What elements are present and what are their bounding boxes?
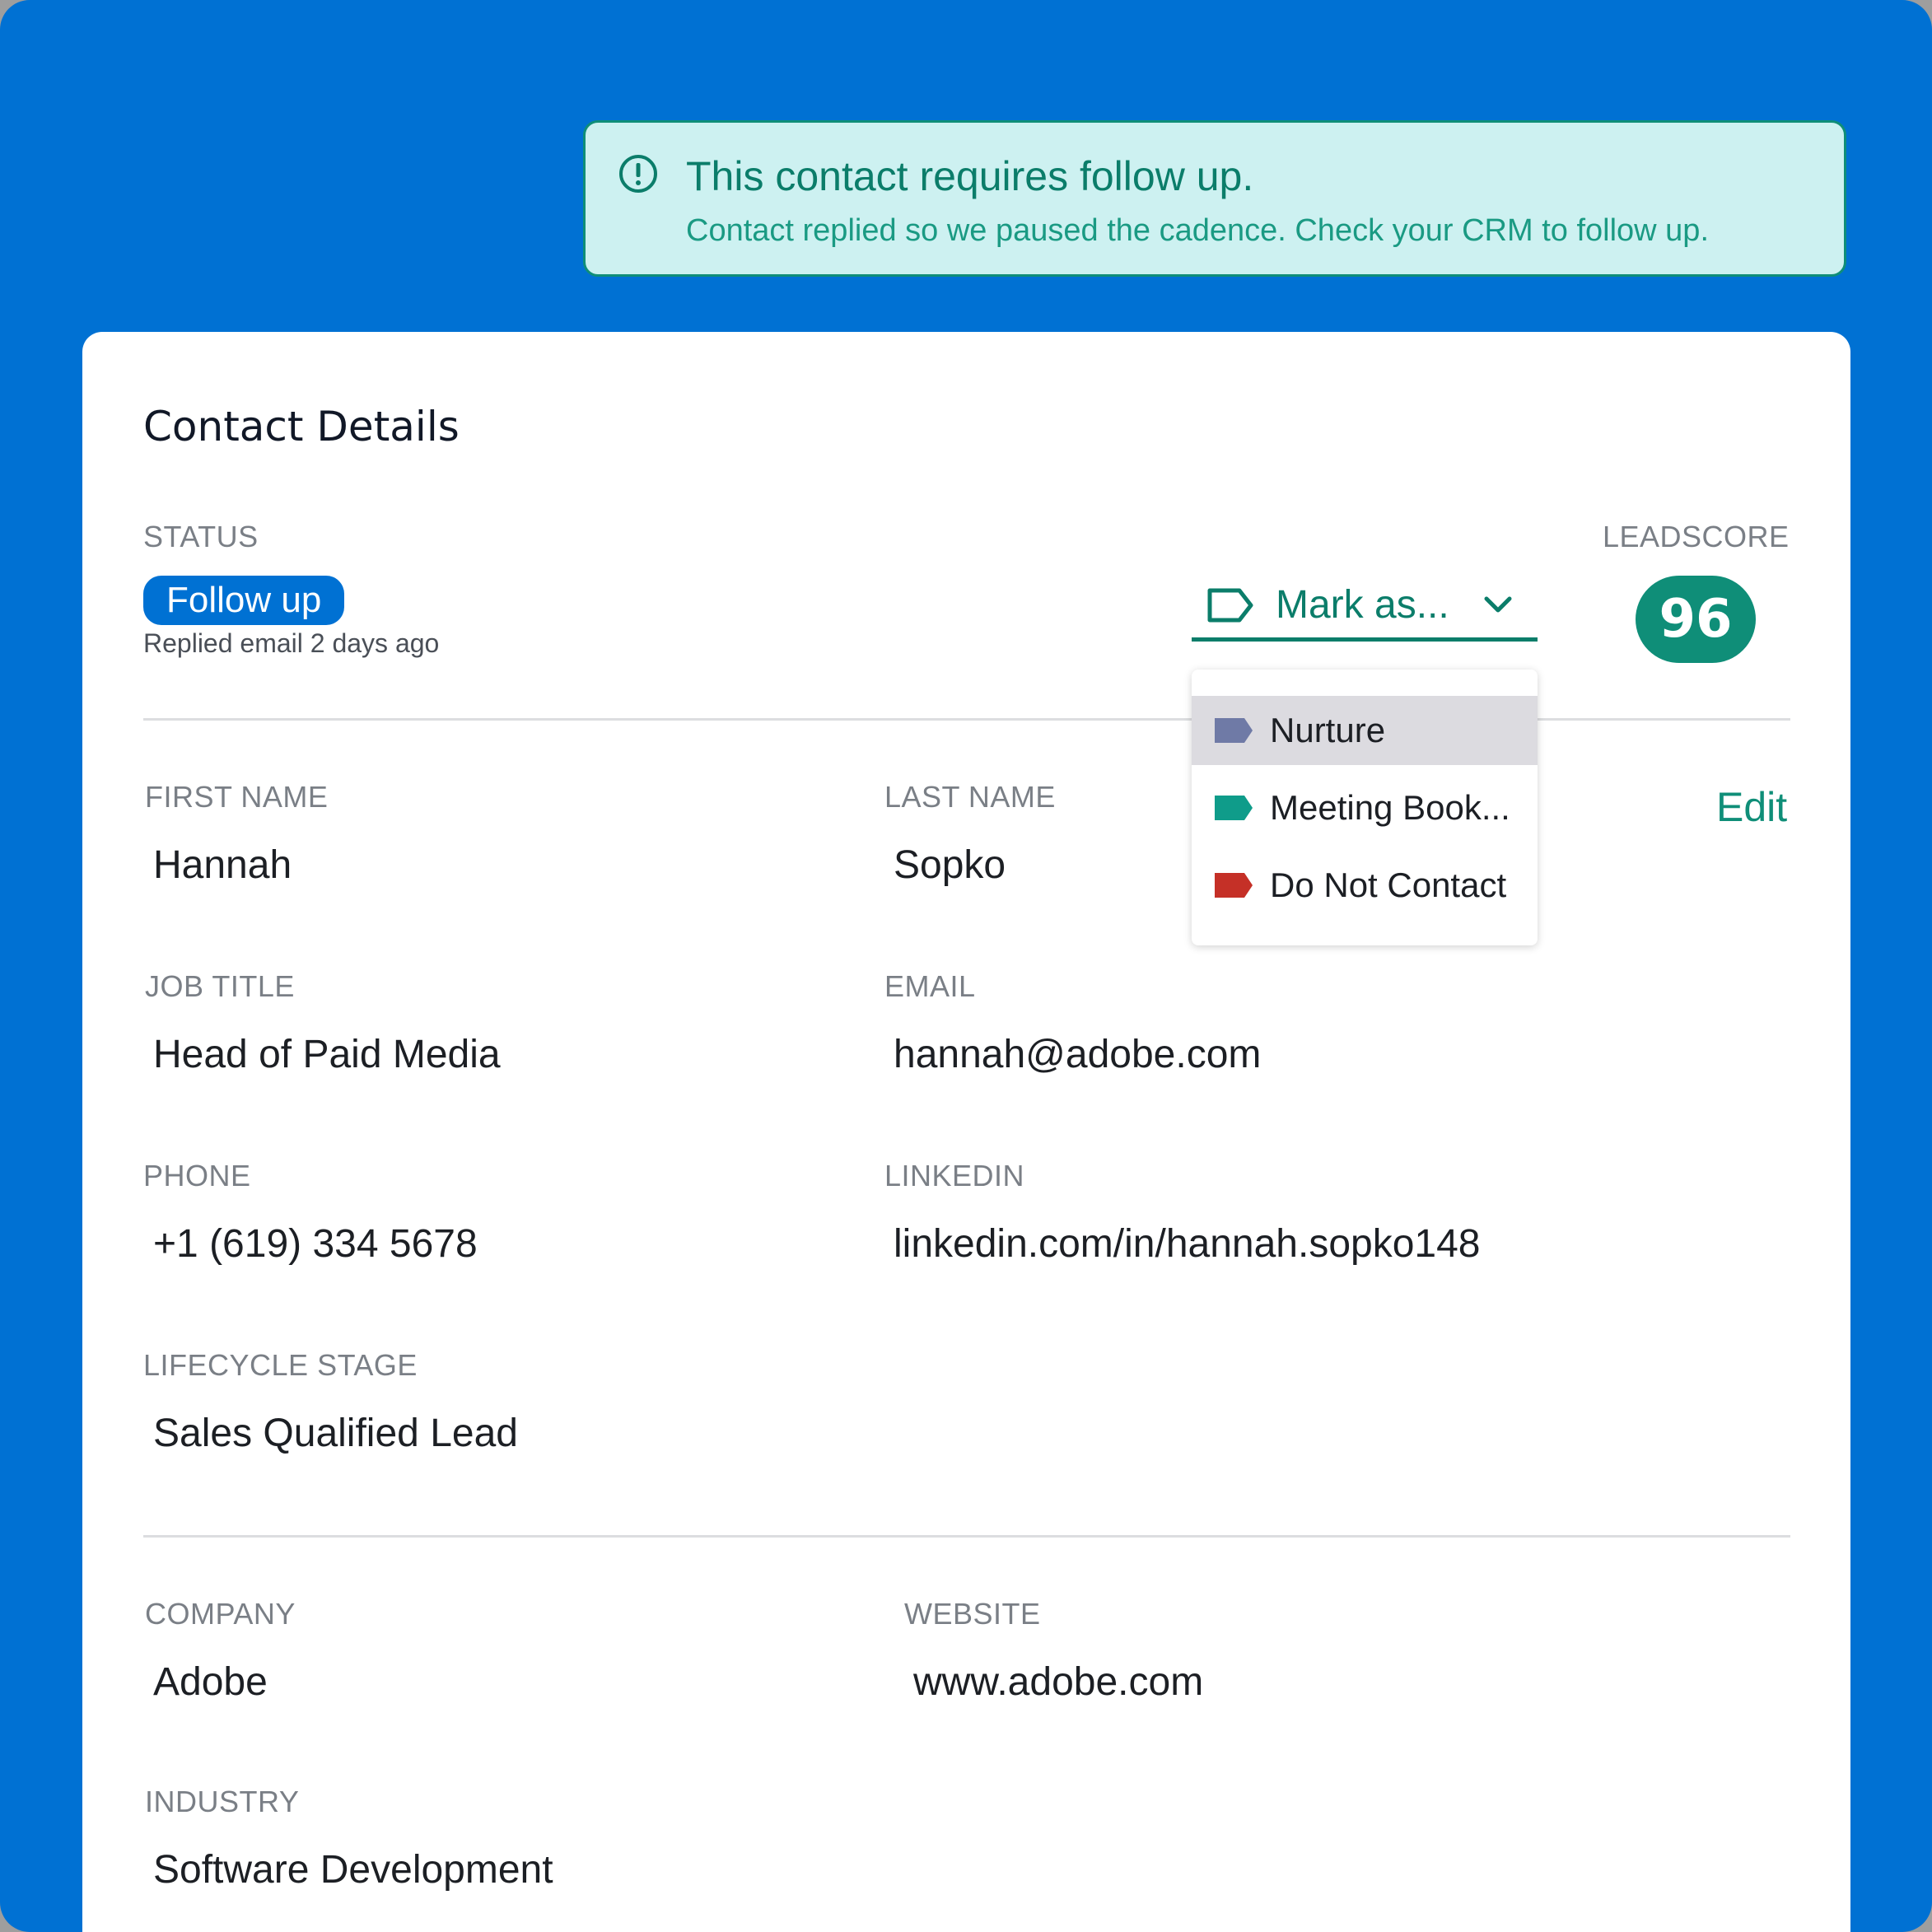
job-title-value: Head of Paid Media bbox=[153, 1033, 501, 1076]
tag-outline-icon bbox=[1207, 588, 1253, 623]
menu-item-label: Do Not Contact bbox=[1270, 866, 1507, 904]
menu-item-nurture[interactable]: Nurture bbox=[1192, 696, 1538, 765]
linkedin-label: LINKEDIN bbox=[884, 1159, 1025, 1192]
alert-subtitle: Contact replied so we paused the cadence… bbox=[686, 213, 1709, 248]
tag-icon bbox=[1215, 718, 1253, 743]
first-name-value: Hannah bbox=[153, 843, 292, 887]
email-label: EMAIL bbox=[884, 969, 976, 1003]
menu-item-do-not-contact[interactable]: Do Not Contact bbox=[1192, 851, 1538, 920]
lifecycle-stage-label: LIFECYCLE STAGE bbox=[143, 1348, 418, 1382]
industry-label: INDUSTRY bbox=[145, 1785, 300, 1818]
status-label: STATUS bbox=[143, 520, 259, 553]
linkedin-value: linkedin.com/in/hannah.sopko148 bbox=[894, 1222, 1481, 1266]
tag-icon bbox=[1215, 796, 1253, 820]
contact-details-card: Contact Details STATUS Follow up Replied… bbox=[82, 332, 1850, 1932]
phone-value: +1 (619) 334 5678 bbox=[153, 1222, 478, 1266]
follow-up-alert-banner: This contact requires follow up. Contact… bbox=[583, 120, 1846, 277]
mark-as-label: Mark as... bbox=[1276, 583, 1449, 627]
mark-as-menu: Nurture Meeting Book... Do Not Contact bbox=[1192, 670, 1538, 945]
lifecycle-stage-value: Sales Qualified Lead bbox=[153, 1412, 518, 1455]
tag-fill-dnc bbox=[1215, 873, 1253, 898]
website-value: www.adobe.com bbox=[913, 1660, 1204, 1704]
chevron-down-icon bbox=[1484, 596, 1512, 613]
card-title: Contact Details bbox=[143, 403, 460, 450]
section-divider bbox=[143, 1535, 1790, 1538]
tag-icon bbox=[1215, 873, 1253, 898]
alert-title: This contact requires follow up. bbox=[686, 153, 1254, 199]
website-label: WEBSITE bbox=[904, 1597, 1041, 1631]
section-divider bbox=[143, 718, 1790, 721]
status-subtext: Replied email 2 days ago bbox=[143, 628, 440, 658]
company-label: COMPANY bbox=[145, 1597, 296, 1631]
alert-circle-icon bbox=[619, 155, 657, 193]
menu-item-label: Nurture bbox=[1270, 711, 1386, 749]
app-frame: This contact requires follow up. Contact… bbox=[0, 0, 1932, 1932]
status-badge: Follow up bbox=[143, 576, 345, 625]
leadscore-badge: 96 bbox=[1636, 576, 1756, 663]
email-value: hannah@adobe.com bbox=[894, 1033, 1262, 1076]
first-name-label: FIRST NAME bbox=[145, 780, 329, 814]
edit-button[interactable]: Edit bbox=[1716, 783, 1787, 831]
leadscore-label: LEADSCORE bbox=[1603, 520, 1790, 553]
last-name-label: LAST NAME bbox=[884, 780, 1056, 814]
menu-item-label: Meeting Book... bbox=[1270, 788, 1510, 827]
mark-as-dropdown[interactable]: Mark as... bbox=[1192, 576, 1538, 642]
tag-fill-nurture bbox=[1215, 718, 1253, 743]
job-title-label: JOB TITLE bbox=[145, 969, 295, 1003]
company-value: Adobe bbox=[153, 1660, 268, 1704]
phone-label: PHONE bbox=[143, 1159, 251, 1192]
menu-item-meeting-booked[interactable]: Meeting Book... bbox=[1192, 773, 1538, 842]
tag-fill-meeting bbox=[1215, 796, 1253, 820]
industry-value: Software Development bbox=[153, 1848, 553, 1892]
last-name-value: Sopko bbox=[894, 843, 1006, 887]
